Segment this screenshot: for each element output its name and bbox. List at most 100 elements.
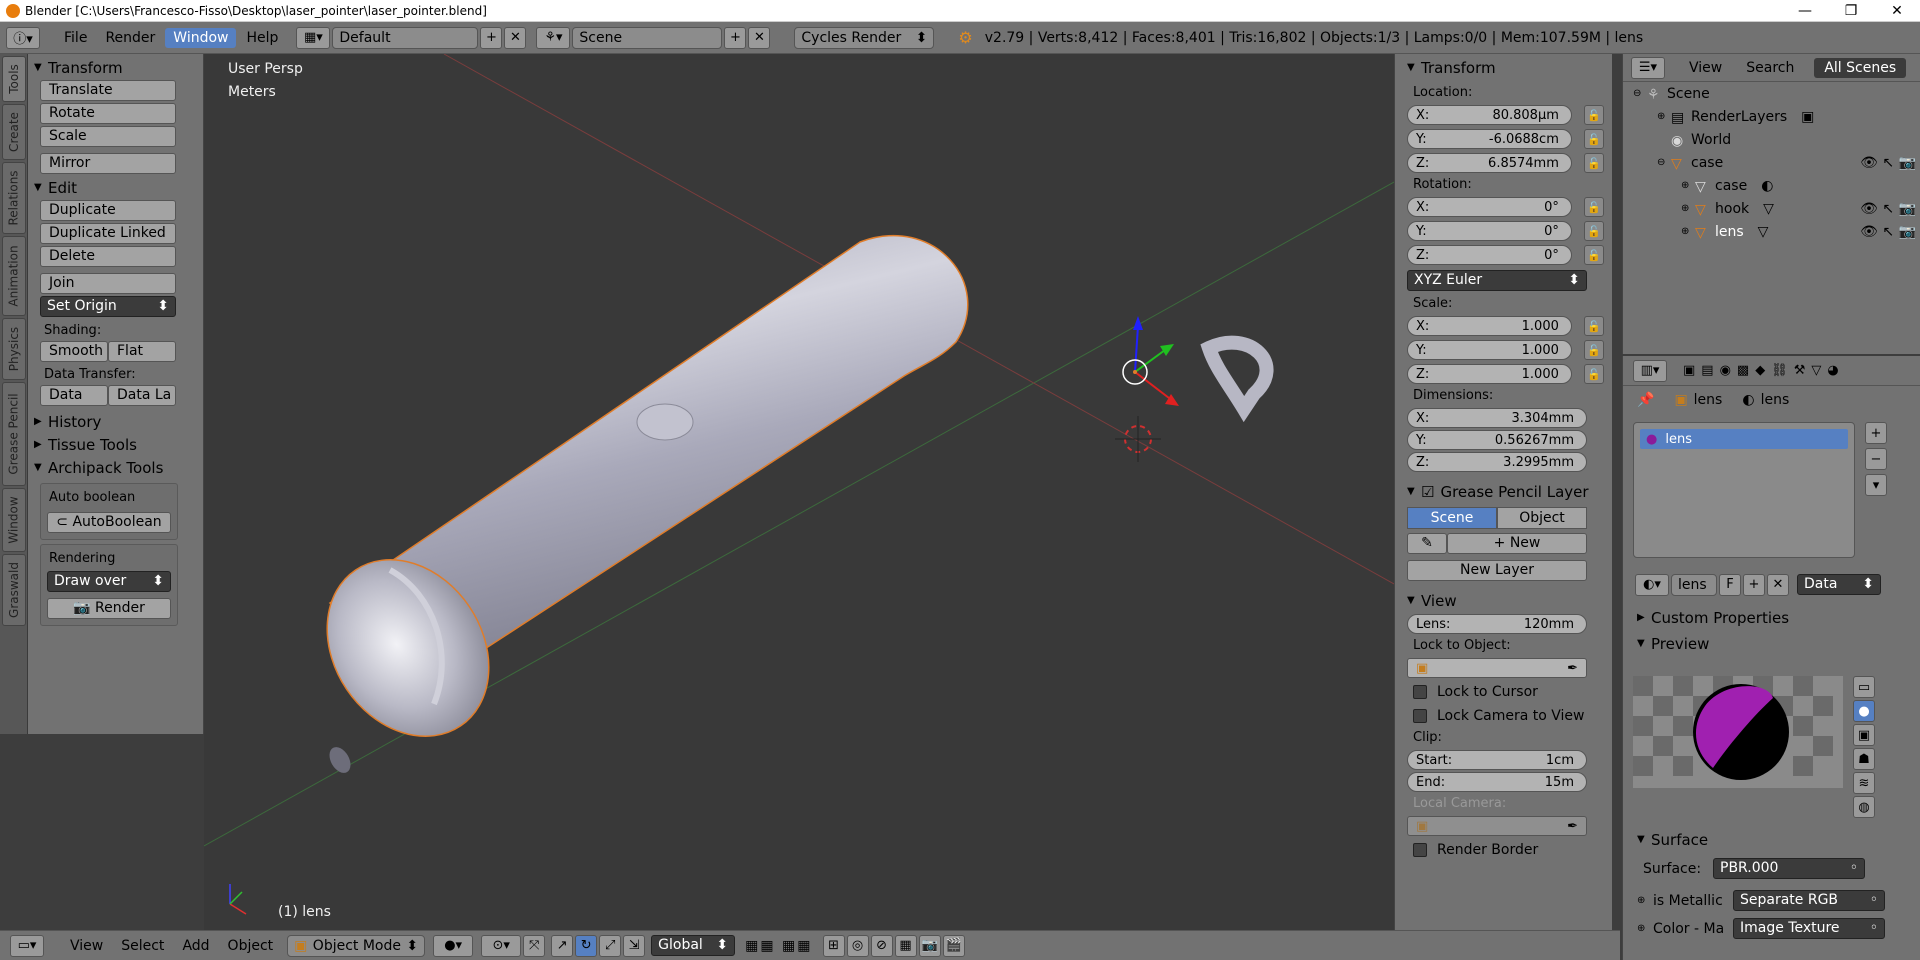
render-button[interactable]: 📷 Render	[47, 598, 171, 619]
preview-hair-icon[interactable]: ≋	[1853, 772, 1875, 794]
editor-type-3dview-icon[interactable]: ▭▾	[10, 934, 44, 957]
outliner-item-renderlayers[interactable]: ⊕ ▤ RenderLayers ▣	[1623, 105, 1920, 128]
n-transform-header[interactable]: ▼ Transform	[1407, 56, 1604, 79]
fake-user-button[interactable]: F	[1719, 573, 1741, 596]
preview-monkey-icon[interactable]: ☗	[1853, 748, 1875, 770]
location-y-field[interactable]: Y: -6.0688cm	[1407, 129, 1572, 149]
location-z-field[interactable]: Z: 6.8574mm	[1407, 153, 1572, 173]
add-scene-button[interactable]: +	[724, 26, 747, 49]
screen-layout-icon[interactable]: ▦▾	[296, 26, 331, 49]
mirror-button[interactable]: Mirror	[40, 153, 176, 174]
menu-help[interactable]: Help	[238, 28, 286, 48]
pin-icon[interactable]: 📌	[1637, 392, 1654, 408]
menu-view[interactable]: View	[62, 936, 111, 956]
outliner-item-case[interactable]: ⊖ ▽ case 👁 ↖ 📷	[1623, 151, 1920, 174]
expand-icon[interactable]: ⊕	[1637, 923, 1653, 934]
lock-camera-checkbox[interactable]: Lock Camera to View	[1407, 704, 1604, 728]
material-slot-item[interactable]: ● lens	[1640, 429, 1848, 449]
panel-history-header[interactable]: ▶ History	[34, 410, 203, 433]
slot-specials-button[interactable]: ▾	[1865, 474, 1887, 496]
add-slot-button[interactable]: +	[1865, 422, 1887, 444]
expand-icon[interactable]: ⊕	[1657, 111, 1671, 122]
tab-physics[interactable]: Physics	[2, 318, 26, 380]
color-input-select[interactable]: Image Texture ◦	[1733, 918, 1885, 939]
context-tab-icons[interactable]: ▣▤◉▩◆⛓⚒▽◕	[1683, 363, 1845, 378]
outliner-search-menu[interactable]: Search	[1746, 60, 1794, 76]
snap-target-icon[interactable]: ▦	[894, 934, 917, 957]
translate-manipulator-icon[interactable]: ↗	[551, 934, 574, 957]
hook-mesh[interactable]	[1200, 335, 1274, 423]
delete-button[interactable]: Delete	[40, 246, 176, 267]
dimensions-y-field[interactable]: Y: 0.56267mm	[1407, 430, 1587, 450]
scale-z-field[interactable]: Z: 1.000	[1407, 364, 1572, 384]
lock-object-field[interactable]: ▣ ✒	[1407, 658, 1587, 678]
outliner-editor-icon[interactable]: ☰▾	[1631, 56, 1665, 79]
n-grease-pencil-header[interactable]: ▼ ☑ Grease Pencil Layer	[1407, 480, 1604, 503]
scale-y-field[interactable]: Y: 1.000	[1407, 340, 1572, 360]
remove-slot-button[interactable]: −	[1865, 448, 1887, 470]
lock-icon[interactable]: 🔓	[1583, 153, 1604, 173]
lock-layers-icon[interactable]: ⊞	[822, 934, 845, 957]
panel-transform-header[interactable]: ▼ Transform	[34, 56, 203, 79]
proportional-editing-icon[interactable]: ◎	[846, 934, 869, 957]
render-engine-select[interactable]: Cycles Render ⬍	[794, 26, 935, 49]
rotation-mode-dropdown[interactable]: XYZ Euler ⬍	[1407, 270, 1587, 291]
menu-window[interactable]: Window	[165, 27, 237, 48]
gp-scene-tab[interactable]: Scene	[1407, 507, 1497, 529]
tab-grease-pencil[interactable]: Grease Pencil	[2, 382, 26, 486]
scene-icon[interactable]: ⚘▾	[536, 26, 571, 49]
tab-graswald[interactable]: Graswald	[2, 554, 26, 626]
preview-cube-icon[interactable]: ▣	[1853, 724, 1875, 746]
dimensions-x-field[interactable]: X: 3.304mm	[1407, 408, 1587, 428]
link-mode-dropdown[interactable]: Data ⬍	[1797, 574, 1881, 595]
rotate-button[interactable]: Rotate	[40, 103, 176, 124]
rotate-manipulator-icon[interactable]: ↻	[575, 934, 598, 957]
expand-icon[interactable]: ⊕	[1681, 226, 1695, 237]
clip-start-field[interactable]: Start: 1cm	[1407, 750, 1587, 770]
surface-header[interactable]: ▼ Surface	[1637, 828, 1708, 851]
mode-select[interactable]: ▣ Object Mode ⬍	[287, 934, 426, 957]
expand-icon[interactable]: ⊕	[1637, 895, 1653, 906]
tab-tools[interactable]: Tools	[2, 56, 26, 102]
gp-new-layer-button[interactable]: New Layer	[1407, 560, 1587, 581]
collapse-icon[interactable]: ⊖	[1633, 88, 1647, 99]
manipulator-icon[interactable]: ⇲	[623, 934, 646, 957]
lock-icon[interactable]: 🔓	[1583, 129, 1604, 149]
menu-add[interactable]: Add	[174, 936, 217, 956]
lens-field[interactable]: Lens: 120mm	[1407, 614, 1587, 634]
opengl-render-icon[interactable]: 📷	[918, 934, 941, 957]
transform-orientation-select[interactable]: Global ⬍	[651, 935, 736, 956]
scene-field[interactable]: Scene	[572, 26, 723, 49]
viewport-shading-icon[interactable]: ●▾	[433, 934, 474, 957]
manipulator-toggle-icon[interactable]: ⤧	[523, 934, 546, 957]
eyedropper-icon[interactable]: ✒	[1567, 661, 1578, 676]
material-name-field[interactable]: lens	[1671, 573, 1717, 596]
render-border-checkbox[interactable]: Render Border	[1407, 838, 1604, 862]
rotation-x-field[interactable]: X: 0°	[1407, 197, 1572, 217]
rotation-y-field[interactable]: Y: 0°	[1407, 221, 1572, 241]
panel-archipack-header[interactable]: ▼ Archipack Tools	[34, 456, 203, 479]
tab-animation[interactable]: Animation	[2, 236, 26, 316]
new-material-button[interactable]: +	[1743, 573, 1765, 596]
panel-edit-header[interactable]: ▼ Edit	[34, 176, 203, 199]
outliner-item-case-mesh[interactable]: ⊕ ▽ case ◐	[1623, 174, 1920, 197]
lock-to-cursor-checkbox[interactable]: Lock to Cursor	[1407, 680, 1604, 704]
menu-render[interactable]: Render	[97, 28, 163, 48]
remove-scene-button[interactable]: ✕	[748, 26, 771, 49]
laser-pointer-mesh[interactable]	[294, 235, 1274, 777]
visibility-icons[interactable]: 👁 ↖ 📷	[1860, 201, 1916, 217]
close-button[interactable]: ✕	[1874, 3, 1920, 19]
menu-object[interactable]: Object	[220, 936, 282, 956]
duplicate-button[interactable]: Duplicate	[40, 200, 176, 221]
collapse-icon[interactable]: ⊖	[1657, 157, 1671, 168]
lock-icon[interactable]: 🔓	[1583, 197, 1604, 217]
surface-shader-select[interactable]: PBR.000 ◦	[1713, 858, 1865, 879]
join-button[interactable]: Join	[40, 273, 176, 294]
draw-over-dropdown[interactable]: Draw over ⬍	[47, 571, 171, 592]
preview-world-icon[interactable]: ◍	[1853, 796, 1875, 818]
lock-icon[interactable]: 🔓	[1583, 340, 1604, 360]
visibility-icons[interactable]: 👁 ↖ 📷	[1860, 224, 1916, 240]
tab-relations[interactable]: Relations	[2, 162, 26, 234]
outliner-item-world[interactable]: ◉ World	[1623, 128, 1920, 151]
scale-manipulator-icon[interactable]: ⤢	[599, 934, 622, 957]
